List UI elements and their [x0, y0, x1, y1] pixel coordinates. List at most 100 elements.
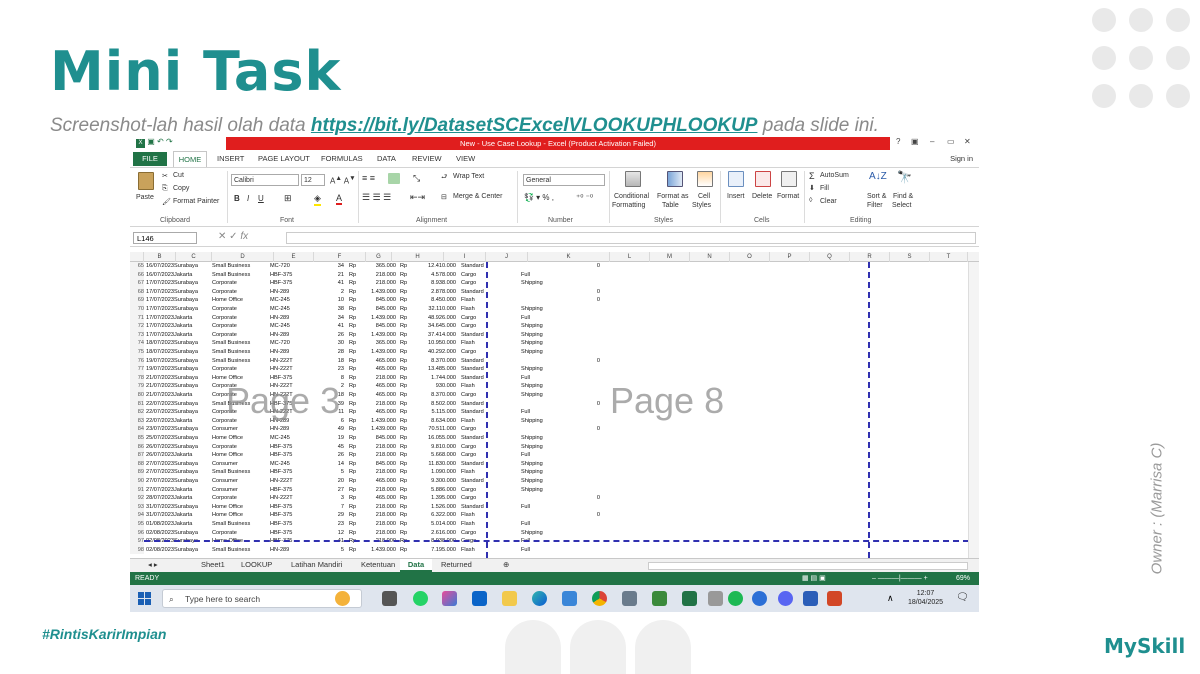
column-header[interactable]: B: [144, 252, 176, 262]
row-number[interactable]: 82: [130, 408, 144, 417]
table-row[interactable]: 76 19/07/2023 Surabaya Small Business HN-222…: [130, 356, 979, 366]
column-header[interactable]: S: [890, 252, 930, 262]
column-header[interactable]: C: [176, 252, 212, 262]
dataset-link[interactable]: https://bit.ly/DatasetSCExcelVLOOKUPHLOO…: [311, 115, 758, 136]
row-number[interactable]: 98: [130, 545, 144, 555]
table-row[interactable]: 89 27/07/2023 Surabaya Small Business HBF-37…: [130, 468, 979, 477]
borders-icon[interactable]: ⊞: [284, 193, 292, 204]
notifications-icon[interactable]: 🗨: [956, 592, 969, 603]
cut-button[interactable]: Cut: [173, 172, 184, 179]
orientation-icon[interactable]: ⤡: [413, 173, 420, 184]
paste-icon[interactable]: [138, 172, 154, 190]
row-number[interactable]: 89: [130, 468, 144, 477]
find-select-button[interactable]: Find &: [893, 193, 913, 200]
delete-cells-button[interactable]: Delete: [752, 193, 772, 200]
table-row[interactable]: 77 19/07/2023 Surabaya Corporate HN-222T 23 Rp…: [130, 365, 979, 374]
row-number[interactable]: 96: [130, 528, 144, 538]
table-row[interactable]: 75 18/07/2023 Surabaya Small Business HN-289…: [130, 348, 979, 357]
copilot-icon[interactable]: [442, 591, 457, 606]
name-box[interactable]: L146: [133, 232, 197, 244]
align-top-icon[interactable]: ≡ ≡: [362, 173, 375, 183]
table-row[interactable]: 91 27/07/2023 Jakarta Consumer HBF-375 27 Rp 21…: [130, 485, 979, 495]
insert-cells-icon[interactable]: [728, 171, 744, 187]
table-row[interactable]: 72 17/07/2023 Jakarta Corporate MC-245 41 Rp 84…: [130, 322, 979, 331]
table-row[interactable]: 67 17/07/2023 Surabaya Corporate HBF-375 41 Rp…: [130, 279, 979, 288]
row-number[interactable]: 94: [130, 511, 144, 520]
column-header[interactable]: O: [730, 252, 770, 262]
table-row[interactable]: 98 02/08/2023 Surabaya Small Business HN-289…: [130, 545, 979, 555]
taskbar-clock[interactable]: 12:07 18/04/2025: [908, 589, 943, 607]
powerpoint-icon[interactable]: [827, 591, 842, 606]
cell-styles-icon[interactable]: [697, 171, 713, 187]
row-number[interactable]: 77: [130, 365, 144, 374]
format-as-table-icon[interactable]: [667, 171, 683, 187]
merge-center-button[interactable]: Merge & Center: [453, 193, 502, 200]
column-header[interactable]: N: [690, 252, 730, 262]
format-as-table-button[interactable]: Format as: [657, 193, 689, 200]
bold-button[interactable]: B: [234, 194, 240, 203]
horizontal-scrollbar[interactable]: [648, 562, 968, 570]
table-row[interactable]: 92 28/07/2023 Jakarta Corporate HN-222T 3 Rp 46…: [130, 494, 979, 503]
taskbar-search-input[interactable]: ⌕ Type here to search: [162, 589, 362, 608]
row-number[interactable]: 80: [130, 391, 144, 400]
clear-button[interactable]: Clear: [820, 198, 837, 205]
row-number[interactable]: 71: [130, 313, 144, 323]
row-number[interactable]: 90: [130, 477, 144, 486]
table-row[interactable]: 96 02/08/2023 Surabaya Corporate HBF-375 12 Rp…: [130, 528, 979, 538]
sheet-nav-icon[interactable]: ◂ ▸: [148, 560, 158, 569]
row-number[interactable]: 84: [130, 425, 144, 434]
row-number[interactable]: 68: [130, 287, 144, 297]
table-row[interactable]: 95 01/08/2023 Jakarta Small Business HBF-375…: [130, 520, 979, 529]
format-painter-icon[interactable]: 🖌: [162, 198, 171, 206]
column-header[interactable]: H: [392, 252, 444, 262]
row-number[interactable]: 70: [130, 305, 144, 314]
underline-button[interactable]: U: [258, 194, 264, 203]
row-number[interactable]: 86: [130, 442, 144, 452]
row-number[interactable]: 91: [130, 485, 144, 495]
add-sheet-icon[interactable]: ⊕: [503, 560, 509, 569]
edge-icon[interactable]: [532, 591, 547, 606]
row-number[interactable]: 79: [130, 382, 144, 391]
cut-icon[interactable]: ✂: [162, 172, 168, 180]
help-icon[interactable]: ?: [896, 137, 900, 146]
row-number[interactable]: 92: [130, 494, 144, 503]
align-left-icon[interactable]: ☰ ☰ ☰: [362, 192, 391, 203]
app-icon[interactable]: [652, 591, 667, 606]
discord-icon[interactable]: [778, 591, 793, 606]
store-icon[interactable]: [562, 591, 577, 606]
table-row[interactable]: 88 27/07/2023 Surabaya Consumer MC-245 14 Rp 84…: [130, 459, 979, 469]
indent-icon[interactable]: ⇤⇥: [410, 192, 425, 203]
fx-icon[interactable]: fx: [240, 231, 248, 242]
autosum-icon[interactable]: Σ: [809, 171, 815, 181]
zoom-level[interactable]: 69%: [956, 572, 970, 585]
find-select-icon[interactable]: 🔭: [897, 170, 912, 184]
view-buttons[interactable]: ▦ ▤ ▣: [802, 572, 826, 585]
row-number[interactable]: 76: [130, 356, 144, 366]
row-number[interactable]: 74: [130, 339, 144, 348]
conditional-formatting-button[interactable]: Conditional: [614, 193, 649, 200]
tab-page-layout[interactable]: PAGE LAYOUT: [258, 154, 310, 163]
tab-review[interactable]: REVIEW: [412, 154, 442, 163]
outlook-icon[interactable]: [472, 591, 487, 606]
currency-icon[interactable]: 💱 ▾ % ,: [524, 193, 554, 202]
find-select-label[interactable]: Select: [892, 202, 911, 209]
row-number[interactable]: 67: [130, 279, 144, 288]
format-cells-button[interactable]: Format: [777, 193, 799, 200]
wrap-text-button[interactable]: Wrap Text: [453, 173, 484, 180]
minimize-icon[interactable]: –: [930, 137, 934, 146]
maximize-icon[interactable]: ▭: [947, 137, 955, 146]
font-size-select[interactable]: 12: [301, 174, 325, 186]
word-icon[interactable]: [803, 591, 818, 606]
table-row[interactable]: 74 18/07/2023 Surabaya Small Business MC-720…: [130, 339, 979, 348]
tab-view[interactable]: VIEW: [456, 154, 475, 163]
column-header[interactable]: L: [610, 252, 650, 262]
undo-icon[interactable]: ↶: [157, 137, 164, 146]
row-number[interactable]: 95: [130, 520, 144, 529]
sheet-tab-lookup[interactable]: LOOKUP: [241, 560, 272, 569]
row-number[interactable]: 88: [130, 459, 144, 469]
wrap-text-icon[interactable]: ⮐: [441, 173, 447, 184]
tab-insert[interactable]: INSERT: [217, 154, 244, 163]
zoom-slider[interactable]: – ———|——— +: [872, 572, 928, 585]
row-number[interactable]: 93: [130, 502, 144, 512]
cancel-icon[interactable]: ✕: [218, 231, 226, 242]
